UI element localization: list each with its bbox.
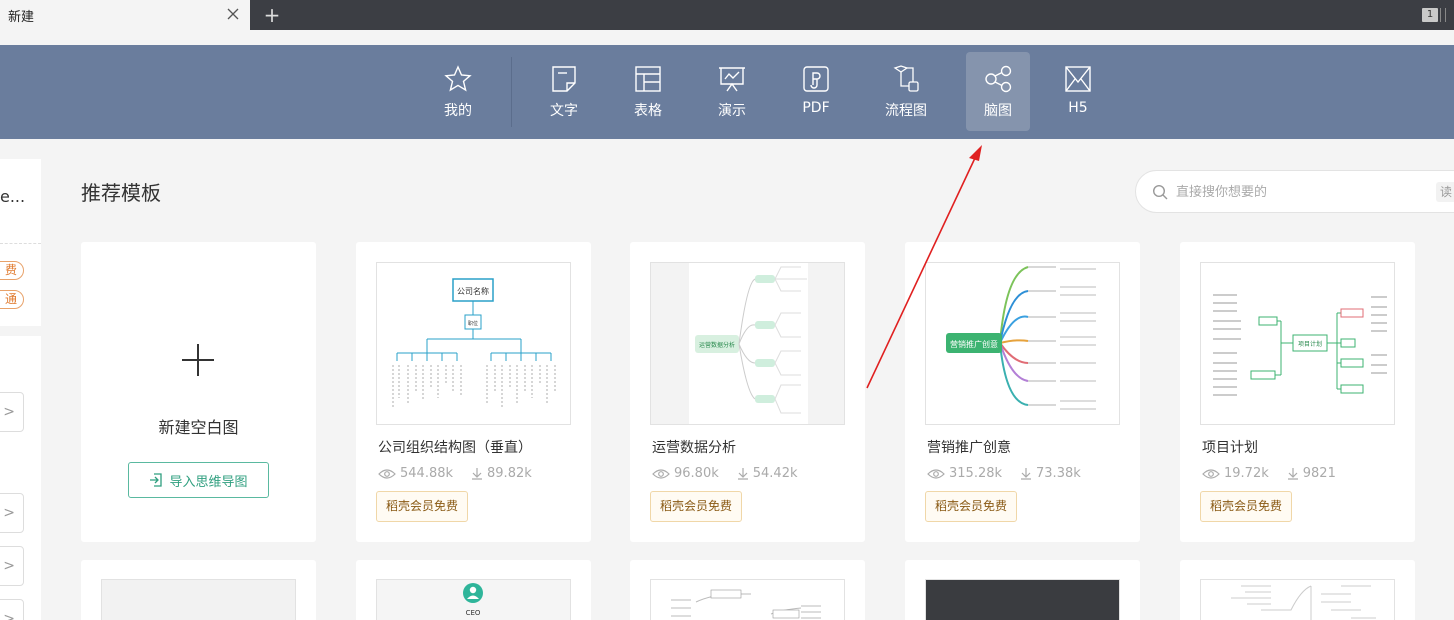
template-stats: 19.72k 9821 (1202, 466, 1336, 481)
template-card[interactable]: 营销推广创意 营销推广创意 315.28k 73.38k 稻壳会员免费 (905, 242, 1140, 542)
org-unit-label: 职位 (468, 320, 478, 327)
search-box: 读 (1135, 170, 1454, 213)
eye-icon (378, 468, 396, 479)
tab-mine[interactable]: 我的 (426, 52, 490, 131)
new-blank-card[interactable]: 新建空白图 导入思维导图 (81, 242, 316, 542)
template-card[interactable] (81, 560, 316, 620)
pdf-icon (803, 66, 829, 92)
window-count-badge[interactable]: 1 (1422, 8, 1438, 22)
import-mindmap-button[interactable]: 导入思维导图 (128, 462, 269, 498)
plus-icon (182, 344, 214, 376)
eye-icon (927, 468, 945, 479)
table-icon (635, 66, 661, 92)
member-free-badge: 稻壳会员免费 (376, 491, 469, 522)
template-stats: 96.80k 54.42k (652, 466, 798, 481)
tab-new[interactable]: 新建 (0, 0, 250, 30)
document-icon (552, 66, 576, 92)
download-icon (737, 468, 748, 480)
template-name: 运营数据分析 (652, 440, 736, 456)
import-icon (150, 473, 163, 487)
left-panel-bottom: > > > > (0, 336, 41, 620)
org-company-label: 公司名称 (457, 286, 489, 296)
tab-gap (0, 30, 1454, 45)
template-stats: 315.28k 73.38k (927, 466, 1081, 481)
member-free-badge: 稻壳会员免费 (925, 491, 1018, 522)
template-card[interactable]: 公司名称 职位 公司组织结构图（垂直） 544.88k 89.82k 稻壳会员免… (356, 242, 591, 542)
template-thumbnail: 运营数据分析 (650, 262, 845, 425)
template-name: 公司组织结构图（垂直） (378, 440, 532, 456)
tab-presentation[interactable]: 演示 (700, 52, 764, 131)
tab-text[interactable]: 文字 (532, 52, 596, 131)
member-pill-1[interactable]: 费 (0, 261, 24, 280)
template-stats: 544.88k 89.82k (378, 466, 532, 481)
member-free-badge: 稻壳会员免费 (1200, 491, 1293, 522)
member-free-badge: 稻壳会员免费 (650, 491, 743, 522)
template-thumbnail (101, 579, 296, 620)
eye-icon (1202, 468, 1220, 479)
search-icon (1152, 184, 1168, 200)
presentation-icon (719, 67, 745, 92)
add-tab-button[interactable]: + (262, 5, 282, 25)
ceo-label: CEO (466, 609, 481, 617)
tab-flowchart[interactable]: 流程图 (874, 52, 938, 131)
tab-h5[interactable]: H5 (1046, 52, 1110, 131)
template-thumbnail (1200, 579, 1395, 620)
template-thumbnail (925, 579, 1120, 620)
mkt-center-label: 营销推广创意 (950, 339, 998, 349)
template-card[interactable] (905, 560, 1140, 620)
template-card[interactable] (1180, 560, 1415, 620)
template-name: 营销推广创意 (927, 440, 1011, 456)
divider (0, 243, 41, 244)
template-thumbnail: 公司名称 职位 (376, 262, 571, 425)
category-nav: 我的 文字 表格 演示 PDF 流程图 脑图 H5 (0, 45, 1454, 139)
ops-center-label: 运营数据分析 (699, 341, 735, 349)
eye-icon (652, 468, 670, 479)
template-name: 项目计划 (1202, 440, 1258, 456)
star-icon (444, 65, 472, 92)
template-card[interactable]: 项目计划 项目计划 19.72k 9821 稻壳会员免费 (1180, 242, 1415, 542)
mindmap-icon (985, 65, 1012, 93)
tab-bar: 新建 + 1 (0, 0, 1454, 30)
h5-icon (1065, 66, 1091, 92)
left-panel-top: e... 费 通 (0, 159, 41, 326)
close-icon[interactable] (226, 7, 240, 21)
tab-mindmap[interactable]: 脑图 (966, 52, 1030, 131)
section-title: 推荐模板 (81, 181, 161, 205)
chevron-right-icon[interactable]: > (0, 546, 24, 586)
proj-center-label: 项目计划 (1298, 340, 1322, 348)
template-thumbnail: CEO (376, 579, 571, 620)
chevron-right-icon[interactable]: > (0, 392, 24, 432)
tab-sheet[interactable]: 表格 (616, 52, 680, 131)
search-input[interactable] (1176, 181, 1426, 203)
download-icon (1021, 468, 1032, 480)
chevron-right-icon[interactable]: > (0, 493, 24, 533)
tab-title: 新建 (8, 9, 35, 25)
window-lines-icon (1440, 8, 1446, 22)
chevron-right-icon[interactable]: > (0, 599, 24, 620)
template-card[interactable] (630, 560, 865, 620)
new-blank-title: 新建空白图 (158, 418, 239, 437)
template-card[interactable]: CEO (356, 560, 591, 620)
download-icon (472, 468, 483, 480)
template-card[interactable]: 运营数据分析 运营数据分析 96.80k 54.42k 稻壳会员免费 (630, 242, 865, 542)
search-tag[interactable]: 读 (1436, 182, 1454, 202)
template-thumbnail: 项目计划 (1200, 262, 1395, 425)
download-icon (1287, 468, 1298, 480)
template-thumbnail: 营销推广创意 (925, 262, 1120, 425)
template-thumbnail (650, 579, 845, 620)
flowchart-icon (893, 65, 919, 92)
tab-pdf[interactable]: PDF (784, 52, 848, 131)
member-pill-2[interactable]: 通 (0, 290, 24, 309)
left-panel-text: e... (0, 187, 26, 206)
nav-divider (511, 57, 512, 127)
